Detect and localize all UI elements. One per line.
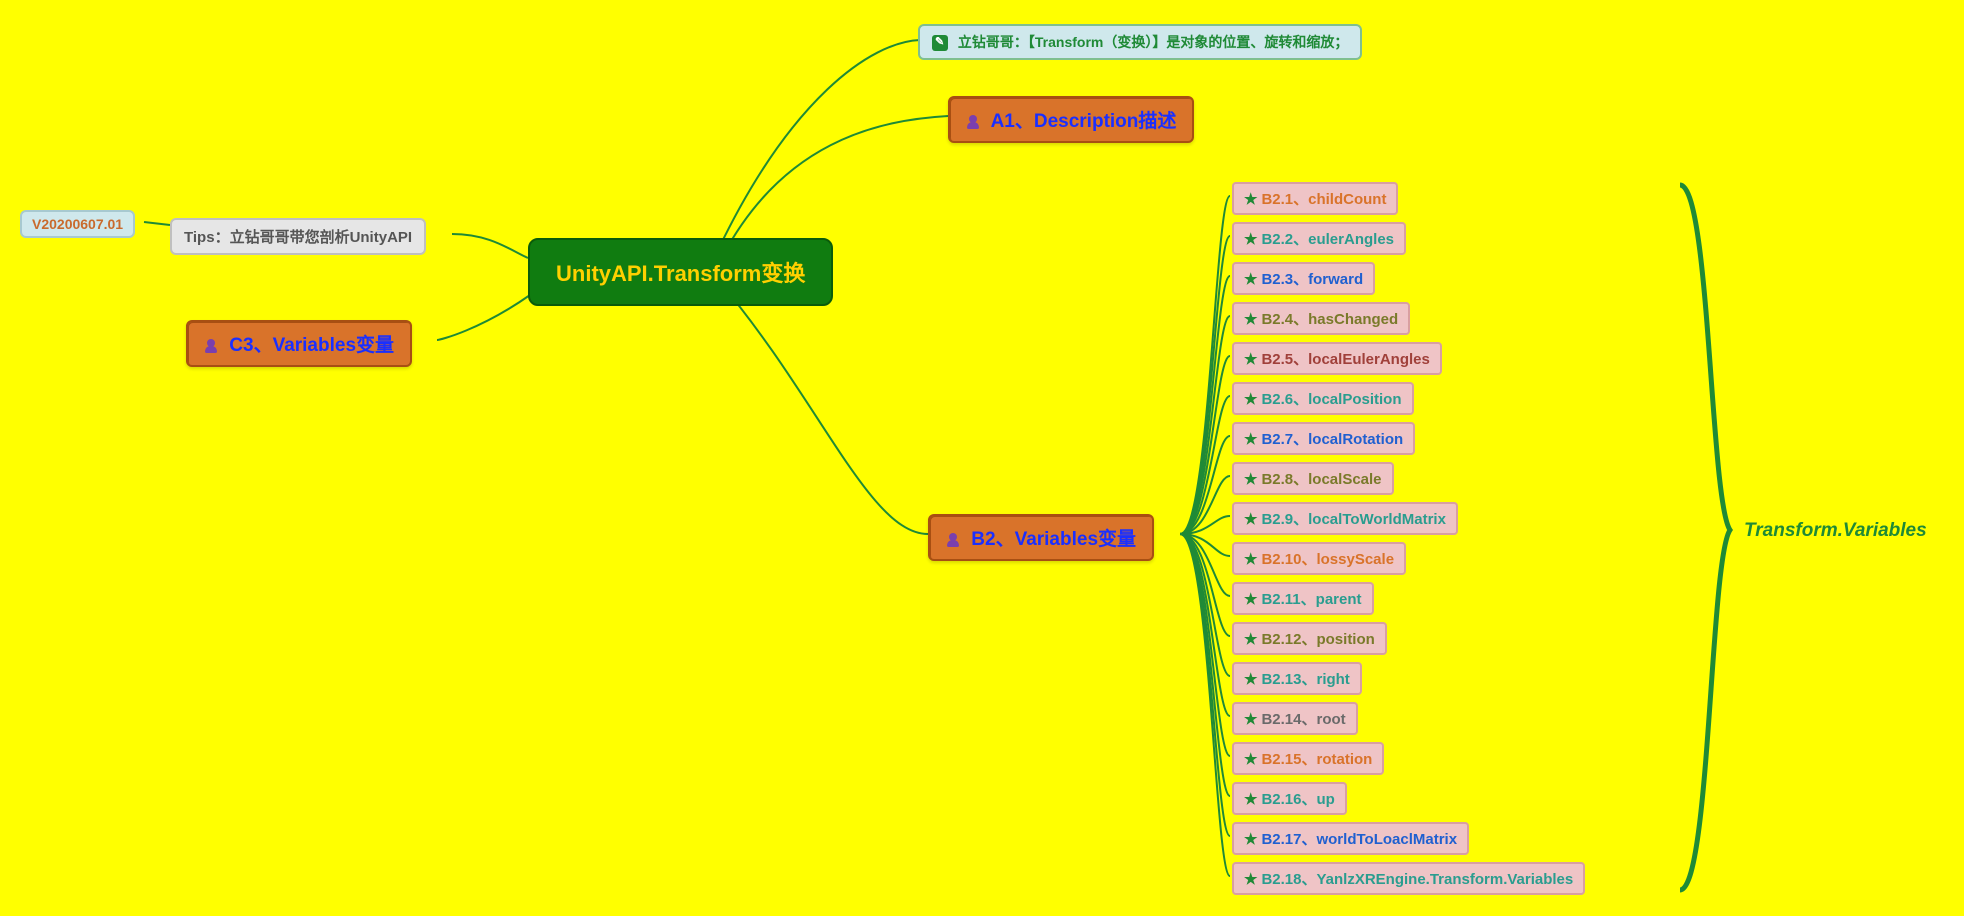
star-icon: ★ bbox=[1244, 671, 1257, 688]
leaf-item[interactable]: ★B2.16、up bbox=[1232, 782, 1347, 815]
star-icon: ★ bbox=[1244, 311, 1257, 328]
root-text: UnityAPI.Transform变换 bbox=[556, 261, 805, 286]
leaf-label: B2.8、localScale bbox=[1261, 471, 1381, 488]
edit-icon bbox=[932, 35, 948, 51]
leaf-item[interactable]: ★B2.7、localRotation bbox=[1232, 422, 1415, 455]
leaf-label: B2.16、up bbox=[1261, 791, 1334, 808]
star-icon: ★ bbox=[1244, 431, 1257, 448]
star-icon: ★ bbox=[1244, 471, 1257, 488]
leaf-item[interactable]: ★B2.12、position bbox=[1232, 622, 1387, 655]
leaf-label: B2.2、eulerAngles bbox=[1261, 231, 1394, 248]
leaf-item[interactable]: ★B2.15、rotation bbox=[1232, 742, 1384, 775]
leaf-item[interactable]: ★B2.2、eulerAngles bbox=[1232, 222, 1406, 255]
leaf-label: B2.13、right bbox=[1261, 671, 1349, 688]
leaf-item[interactable]: ★B2.10、lossyScale bbox=[1232, 542, 1406, 575]
c3-text: C3、Variables变量 bbox=[229, 335, 394, 356]
star-icon: ★ bbox=[1244, 271, 1257, 288]
leaf-label: B2.5、localEulerAngles bbox=[1261, 351, 1429, 368]
leaf-item[interactable]: ★B2.14、root bbox=[1232, 702, 1358, 735]
callout-node[interactable]: 立钻哥哥：【Transform（变换）】是对象的位置、旋转和缩放； bbox=[918, 24, 1362, 60]
leaf-item[interactable]: ★B2.9、localToWorldMatrix bbox=[1232, 502, 1458, 535]
leaf-item[interactable]: ★B2.18、YanlzXREngine.Transform.Variables bbox=[1232, 862, 1585, 895]
person-icon bbox=[946, 533, 960, 547]
star-icon: ★ bbox=[1244, 631, 1257, 648]
leaf-item[interactable]: ★B2.17、worldToLoaclMatrix bbox=[1232, 822, 1469, 855]
star-icon: ★ bbox=[1244, 391, 1257, 408]
leaf-label: B2.15、rotation bbox=[1261, 751, 1372, 768]
b2-text: B2、Variables变量 bbox=[971, 529, 1136, 550]
leaf-label: B2.11、parent bbox=[1261, 591, 1361, 608]
star-icon: ★ bbox=[1244, 591, 1257, 608]
leaf-label: B2.4、hasChanged bbox=[1261, 311, 1398, 328]
node-b2[interactable]: B2、Variables变量 bbox=[928, 514, 1154, 561]
person-icon bbox=[204, 339, 218, 353]
star-icon: ★ bbox=[1244, 231, 1257, 248]
leaf-item[interactable]: ★B2.6、localPosition bbox=[1232, 382, 1414, 415]
leaf-label: B2.18、YanlzXREngine.Transform.Variables bbox=[1261, 871, 1573, 888]
root-node[interactable]: UnityAPI.Transform变换 bbox=[528, 238, 833, 306]
leaf-label: B2.10、lossyScale bbox=[1261, 551, 1394, 568]
leaf-item[interactable]: ★B2.8、localScale bbox=[1232, 462, 1394, 495]
star-icon: ★ bbox=[1244, 191, 1257, 208]
star-icon: ★ bbox=[1244, 871, 1257, 888]
node-a1[interactable]: A1、Description描述 bbox=[948, 96, 1194, 143]
leaf-item[interactable]: ★B2.4、hasChanged bbox=[1232, 302, 1410, 335]
leaf-label: B2.3、forward bbox=[1261, 271, 1363, 288]
brace-label: Transform.Variables bbox=[1744, 520, 1927, 542]
leaf-item[interactable]: ★B2.11、parent bbox=[1232, 582, 1374, 615]
leaf-label: B2.7、localRotation bbox=[1261, 431, 1403, 448]
leaf-label: B2.14、root bbox=[1261, 711, 1345, 728]
leaf-label: B2.1、childCount bbox=[1261, 191, 1386, 208]
star-icon: ★ bbox=[1244, 351, 1257, 368]
leaf-item[interactable]: ★B2.13、right bbox=[1232, 662, 1362, 695]
leaf-item[interactable]: ★B2.5、localEulerAngles bbox=[1232, 342, 1442, 375]
tips-text: Tips：立钻哥哥带您剖析UnityAPI bbox=[184, 229, 412, 246]
version-text: V20200607.01 bbox=[32, 216, 123, 232]
node-c3[interactable]: C3、Variables变量 bbox=[186, 320, 412, 367]
leaf-label: B2.12、position bbox=[1261, 631, 1374, 648]
a1-text: A1、Description描述 bbox=[991, 111, 1177, 132]
person-icon bbox=[966, 115, 980, 129]
star-icon: ★ bbox=[1244, 831, 1257, 848]
star-icon: ★ bbox=[1244, 711, 1257, 728]
leaf-label: B2.9、localToWorldMatrix bbox=[1261, 511, 1445, 528]
brace-label-text: Transform.Variables bbox=[1744, 520, 1927, 541]
leaf-label: B2.17、worldToLoaclMatrix bbox=[1261, 831, 1457, 848]
tips-node[interactable]: Tips：立钻哥哥带您剖析UnityAPI bbox=[170, 218, 426, 255]
version-badge: V20200607.01 bbox=[20, 210, 135, 238]
callout-text: 立钻哥哥：【Transform（变换）】是对象的位置、旋转和缩放； bbox=[958, 34, 1348, 50]
star-icon: ★ bbox=[1244, 511, 1257, 528]
star-icon: ★ bbox=[1244, 791, 1257, 808]
leaf-item[interactable]: ★B2.3、forward bbox=[1232, 262, 1375, 295]
star-icon: ★ bbox=[1244, 551, 1257, 568]
leaf-label: B2.6、localPosition bbox=[1261, 391, 1401, 408]
leaf-item[interactable]: ★B2.1、childCount bbox=[1232, 182, 1398, 215]
star-icon: ★ bbox=[1244, 751, 1257, 768]
